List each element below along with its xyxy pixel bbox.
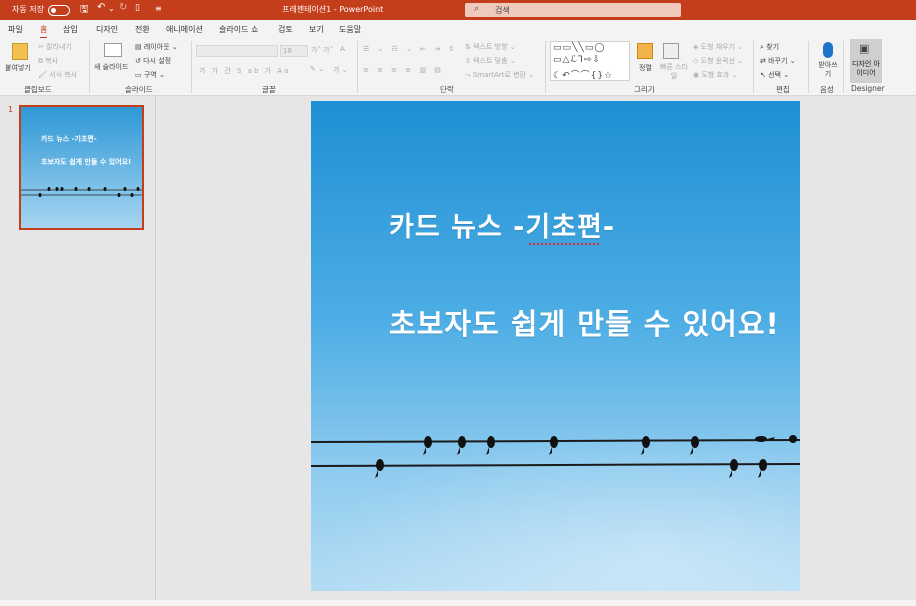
- tab-insert[interactable]: 삽입: [63, 24, 78, 35]
- dictate-button[interactable]: 받아쓰기: [818, 61, 838, 79]
- wires-and-birds: [311, 435, 800, 478]
- search-box[interactable]: ⌕ 검색: [465, 3, 681, 17]
- undo-icon[interactable]: ↶: [97, 2, 105, 13]
- font-name-box[interactable]: [196, 45, 278, 57]
- shapes-row-icons: ▭▭╲╲▭◯: [553, 43, 606, 53]
- autosave-toggle[interactable]: [48, 5, 70, 16]
- grow-font-icon[interactable]: 가˄ 가˅: [311, 45, 333, 55]
- tab-slideshow[interactable]: 슬라이드 쇼: [219, 24, 258, 35]
- section-button[interactable]: ▭ 구역 ⌄: [135, 70, 165, 80]
- tab-view[interactable]: 보기: [309, 24, 324, 35]
- search-placeholder: 검색: [495, 6, 510, 15]
- shapes-row-icons-2: ▭△ℒ⅂⇨⇩: [553, 55, 602, 65]
- find-button[interactable]: ⌕ 찾기: [760, 42, 779, 52]
- clear-format-icon[interactable]: A̶: [340, 45, 345, 53]
- arrange-button[interactable]: 정렬: [639, 63, 652, 73]
- arrange-icon[interactable]: [637, 43, 653, 59]
- tab-transitions[interactable]: 전환: [135, 24, 150, 35]
- select-button[interactable]: ↖ 선택 ⌄: [760, 70, 789, 80]
- new-slide-icon[interactable]: [104, 43, 122, 57]
- status-bar: [0, 600, 916, 606]
- group-label-editing: 편집: [776, 85, 790, 94]
- font-color-icon[interactable]: 가 ⌄: [333, 65, 348, 75]
- format-painter-button[interactable]: 🖌 서식 복사: [38, 70, 77, 80]
- cut-button[interactable]: ✂ 잘라내기: [38, 42, 72, 52]
- font-style-icons[interactable]: 가 가 간 S ab 가 Aa: [199, 66, 290, 76]
- paste-button[interactable]: 붙여넣기: [5, 63, 31, 73]
- align-text-button[interactable]: ⇳ 텍스트 맞춤 ⌄: [465, 56, 516, 66]
- group-label-designer: Designer: [851, 84, 885, 93]
- text-direction-button[interactable]: ⇅ 텍스트 방향 ⌄: [465, 42, 516, 52]
- design-ideas-label: 디자인 아이디어: [852, 60, 880, 77]
- tab-design[interactable]: 디자인: [96, 24, 118, 35]
- quick-styles-button[interactable]: 빠른 스타일: [659, 63, 689, 81]
- replace-button[interactable]: ⇄ 바꾸기 ⌄: [760, 56, 796, 66]
- save-icon[interactable]: 🖫: [80, 2, 89, 19]
- slide-number: 1: [8, 105, 14, 114]
- shape-fill-button[interactable]: ◈ 도형 채우기 ⌄: [693, 42, 743, 52]
- search-icon: ⌕: [474, 4, 480, 14]
- shapes-gallery[interactable]: ▭▭╲╲▭◯ ▭△ℒ⅂⇨⇩ ☾↶⌒⌒{}☆: [550, 41, 630, 81]
- redo-icon[interactable]: ↻: [119, 2, 127, 13]
- group-label-slides: 슬라이드: [125, 85, 153, 94]
- slide-canvas[interactable]: 카드 뉴스 -기초편- 초보자도 쉽게 만들 수 있어요!: [311, 101, 800, 591]
- shapes-row-icons-3: ☾↶⌒⌒{}☆: [553, 71, 614, 81]
- group-label-paragraph: 단락: [440, 85, 454, 94]
- group-label-drawing: 그리기: [634, 85, 655, 94]
- highlight-icon[interactable]: ✎ ⌄: [310, 65, 324, 73]
- autosave-label: 자동 저장: [12, 5, 44, 14]
- start-slideshow-icon[interactable]: ▯: [135, 3, 140, 13]
- reset-button[interactable]: ↺ 다시 설정: [135, 56, 171, 66]
- customize-toolbar-icon[interactable]: ≡: [155, 4, 162, 13]
- ribbon-tabs: 파일 홈 삽입 디자인 전환 애니메이션 슬라이드 쇼 검토 보기 도움말: [0, 20, 916, 39]
- tab-help[interactable]: 도움말: [339, 24, 361, 35]
- thumbnail-wires-birds: [21, 187, 142, 197]
- microphone-icon[interactable]: [823, 42, 833, 58]
- smartart-button[interactable]: ⤳ SmartArt로 변환 ⌄: [465, 70, 534, 80]
- new-slide-button[interactable]: 새 슬라이드: [94, 62, 128, 72]
- quick-styles-icon[interactable]: [663, 43, 679, 59]
- tab-review[interactable]: 검토: [278, 24, 293, 35]
- group-label-font: 글꼴: [262, 85, 276, 94]
- title-bar: 자동 저장 🖫 ↶ ⌄ ↻ ▯ ≡ 프레젠테이션1 - PowerPoint ⌕…: [0, 0, 916, 20]
- font-size-box[interactable]: 18: [280, 45, 308, 57]
- design-ideas-button[interactable]: ▣ 디자인 아이디어: [850, 39, 882, 83]
- tab-animations[interactable]: 애니메이션: [166, 24, 203, 35]
- font-size-value: 18: [283, 47, 292, 55]
- layout-button[interactable]: ▤ 레이아웃 ⌄: [135, 42, 178, 52]
- tab-home[interactable]: 홈: [40, 24, 48, 39]
- group-label-voice: 음성: [820, 85, 834, 94]
- slide-thumbnails-panel: 1 카드 뉴스 -기초편- 초보자도 쉽게 만들 수 있어요!: [0, 96, 156, 600]
- slide-thumbnail[interactable]: 카드 뉴스 -기초편- 초보자도 쉽게 만들 수 있어요!: [19, 105, 144, 230]
- ribbon: 붙여넣기 ✂ 잘라내기 ⧉ 복사 🖌 서식 복사 클립보드 새 슬라이드 ▤ 레…: [0, 38, 916, 96]
- shape-outline-button[interactable]: ◇ 도형 윤곽선 ⌄: [693, 56, 743, 66]
- paste-icon[interactable]: [12, 43, 28, 60]
- document-title: 프레젠테이션1 - PowerPoint: [282, 5, 384, 14]
- undo-dropdown-icon[interactable]: ⌄: [108, 4, 115, 13]
- tab-file[interactable]: 파일: [8, 24, 23, 35]
- design-ideas-icon: ▣: [859, 42, 870, 55]
- shape-effects-button[interactable]: ◉ 도형 효과 ⌄: [693, 70, 737, 80]
- list-icons[interactable]: ☰ ⌄ ☷ ⌄ ⇤ ⇥ ↕: [363, 45, 457, 53]
- group-label-clipboard: 클립보드: [24, 85, 52, 94]
- copy-button[interactable]: ⧉ 복사: [38, 56, 58, 66]
- align-icons[interactable]: ≡ ≡ ≡ ≡ ▥ ▤: [363, 66, 444, 74]
